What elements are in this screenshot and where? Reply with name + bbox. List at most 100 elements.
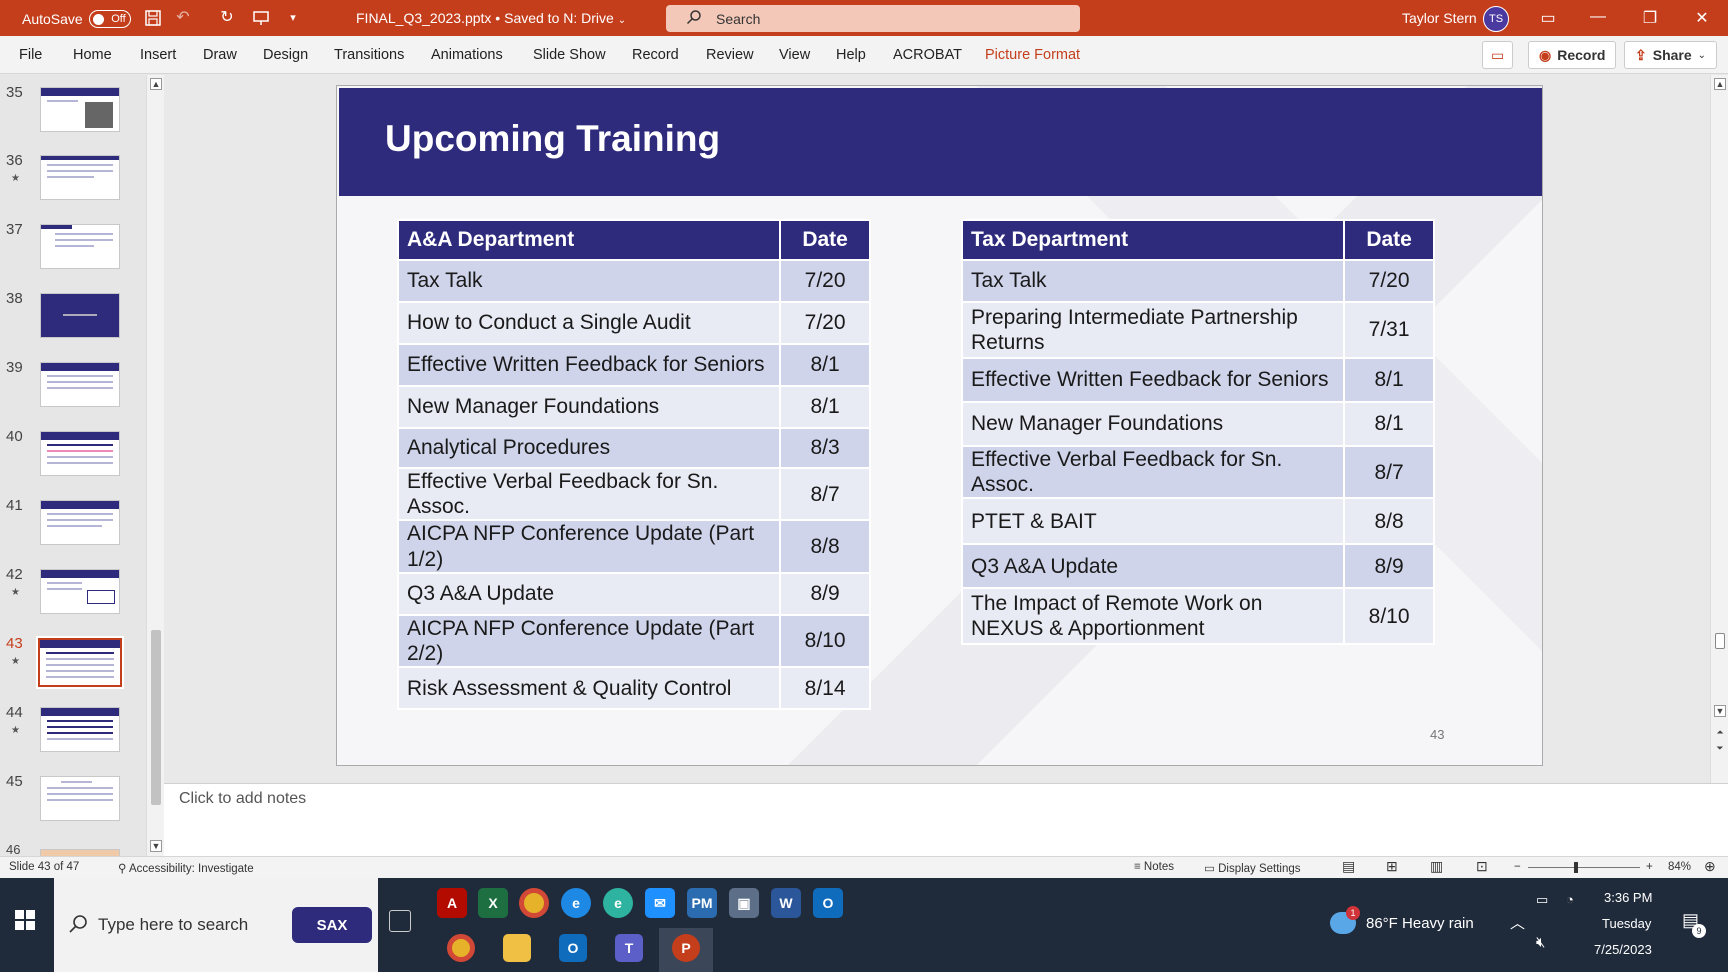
editor-scrollbar[interactable]: ▲ ▼ ⏶ ⏷	[1710, 75, 1728, 783]
tab-home[interactable]: Home	[73, 47, 112, 63]
user-name[interactable]: Taylor Stern	[1402, 10, 1477, 26]
tab-help[interactable]: Help	[836, 47, 866, 63]
mail-icon[interactable]: ✉	[645, 888, 675, 918]
fit-slide-icon[interactable]: ⊕	[1704, 858, 1716, 875]
next-slide-icon[interactable]: ⏷	[1714, 743, 1726, 755]
notes-pane[interactable]: Click to add notes	[164, 783, 1728, 856]
customize-qat-icon[interactable]: ▾	[284, 9, 302, 27]
zoom-slider-thumb[interactable]	[1574, 862, 1578, 873]
document-title[interactable]: FINAL_Q3_2023.pptx • Saved to N: Drive ⌄	[356, 10, 626, 26]
tab-review[interactable]: Review	[706, 47, 754, 63]
save-icon[interactable]	[144, 9, 162, 27]
avatar[interactable]: TS	[1483, 6, 1509, 32]
edge-icon[interactable]: e	[603, 888, 633, 918]
slide-thumbnail[interactable]	[40, 224, 120, 269]
clock-date[interactable]: 7/25/2023	[1594, 942, 1652, 957]
windows-start-icon[interactable]	[15, 910, 35, 930]
slide-thumbnail[interactable]	[40, 569, 120, 614]
display-settings-button[interactable]: ▭ Display Settings	[1204, 861, 1301, 875]
search-box[interactable]: Search	[666, 5, 1080, 32]
zoom-in-icon[interactable]: +	[1646, 861, 1653, 873]
tab-file[interactable]: File	[19, 47, 42, 63]
accessibility-status[interactable]: ⚲ Accessibility: Investigate	[118, 861, 254, 875]
slide-thumbnail[interactable]	[40, 707, 120, 752]
slide-title[interactable]: Upcoming Training	[385, 118, 720, 160]
zoom-level[interactable]: 84%	[1668, 861, 1691, 873]
outlook-icon[interactable]: O	[813, 888, 843, 918]
autosave-toggle[interactable]: Off	[88, 10, 131, 28]
minimize-icon[interactable]: —	[1588, 8, 1608, 26]
clock-time[interactable]: 3:36 PM	[1604, 890, 1652, 905]
remote-desktop-icon[interactable]: ▣	[729, 888, 759, 918]
teams-icon[interactable]: T	[615, 934, 643, 962]
slide-canvas[interactable]: Upcoming Training A&A Department Date Ta…	[336, 85, 1543, 766]
redo-icon[interactable]: ↻	[218, 9, 236, 27]
present-icon[interactable]	[252, 9, 270, 27]
ribbon-display-icon[interactable]: ▭	[1538, 8, 1558, 28]
tab-view[interactable]: View	[779, 47, 810, 63]
reading-view-icon[interactable]: ▥	[1430, 858, 1443, 875]
slide-thumbnail[interactable]	[40, 431, 120, 476]
scroll-up-icon[interactable]: ▲	[150, 78, 162, 90]
scrollbar-thumb[interactable]	[1715, 633, 1725, 649]
zoom-out-icon[interactable]: −	[1514, 861, 1521, 873]
scroll-up-icon[interactable]: ▲	[1714, 78, 1726, 90]
slide-sorter-icon[interactable]: ⊞	[1386, 858, 1398, 875]
tab-draw[interactable]: Draw	[203, 47, 237, 63]
share-button[interactable]: ⇪ Share ⌄	[1624, 41, 1718, 69]
autosave-control[interactable]: AutoSave Off	[22, 10, 131, 28]
previous-slide-icon[interactable]: ⏶	[1714, 727, 1726, 739]
scrollbar-thumb[interactable]	[151, 630, 161, 805]
internet-explorer-icon[interactable]: e	[561, 888, 591, 918]
zoom-slider[interactable]	[1528, 867, 1640, 868]
tab-record[interactable]: Record	[632, 47, 679, 63]
tab-acrobat[interactable]: ACROBAT	[893, 47, 962, 63]
slide-thumbnail[interactable]	[40, 776, 120, 821]
chrome-icon[interactable]	[519, 888, 549, 918]
undo-icon[interactable]: ↶	[174, 9, 192, 27]
file-explorer-icon[interactable]	[503, 934, 531, 962]
sax-button[interactable]: SAX	[292, 907, 372, 943]
comments-button[interactable]: ▭	[1482, 41, 1514, 69]
tax-department-table[interactable]: Tax Department Date Tax Talk 7/20 Prepari…	[960, 219, 1435, 646]
outlook-taskbar-icon[interactable]: O	[559, 934, 587, 962]
aa-department-table[interactable]: A&A Department Date Tax Talk 7/20 How to …	[396, 219, 871, 711]
weather-text[interactable]: 86°F Heavy rain	[1366, 915, 1474, 932]
course-date: 8/1	[779, 343, 871, 387]
slideshow-view-icon[interactable]: ⊡	[1476, 858, 1488, 875]
wifi-icon[interactable]: ◔	[1566, 892, 1574, 907]
notes-placeholder[interactable]: Click to add notes	[179, 790, 306, 808]
windows-taskbar: Type here to search SAX A X e e ✉ PM ▣ W…	[0, 878, 1728, 972]
task-view-icon[interactable]	[389, 910, 411, 932]
battery-icon[interactable]: ▭	[1536, 892, 1548, 908]
chrome-taskbar-icon[interactable]	[447, 934, 475, 962]
practice-manager-icon[interactable]: PM	[687, 888, 717, 918]
tab-animations[interactable]: Animations	[431, 47, 503, 63]
thumbnail-scrollbar[interactable]: ▲ ▼	[146, 75, 164, 857]
normal-view-icon[interactable]: ▤	[1342, 858, 1355, 875]
powerpoint-icon[interactable]: P	[672, 934, 700, 962]
record-button[interactable]: ◉ Record	[1528, 41, 1617, 69]
excel-icon[interactable]: X	[478, 888, 508, 918]
tab-transitions[interactable]: Transitions	[334, 47, 404, 63]
restore-icon[interactable]: ❐	[1640, 8, 1660, 28]
tab-design[interactable]: Design	[263, 47, 308, 63]
slide-thumbnail[interactable]	[40, 293, 120, 338]
notes-toggle[interactable]: ≡ Notes	[1134, 861, 1174, 873]
slide-thumbnail[interactable]	[40, 155, 120, 200]
acrobat-icon[interactable]: A	[437, 888, 467, 918]
slide-thumbnail[interactable]	[40, 362, 120, 407]
scroll-down-icon[interactable]: ▼	[150, 840, 162, 852]
close-icon[interactable]: ✕	[1692, 8, 1712, 28]
word-icon[interactable]: W	[771, 888, 801, 918]
slide-thumbnail-current[interactable]	[36, 636, 124, 689]
tab-picture-format[interactable]: Picture Format	[985, 47, 1080, 63]
slide-thumbnail[interactable]	[40, 500, 120, 545]
show-hidden-icons-icon[interactable]: ︿	[1510, 912, 1525, 933]
tab-insert[interactable]: Insert	[140, 47, 176, 63]
clock-day[interactable]: Tuesday	[1602, 916, 1651, 931]
slide-thumbnail[interactable]	[40, 87, 120, 132]
speaker-muted-icon[interactable]: 🔇︎	[1536, 934, 1545, 951]
scroll-down-icon[interactable]: ▼	[1714, 705, 1726, 717]
tab-slide-show[interactable]: Slide Show	[533, 47, 606, 63]
